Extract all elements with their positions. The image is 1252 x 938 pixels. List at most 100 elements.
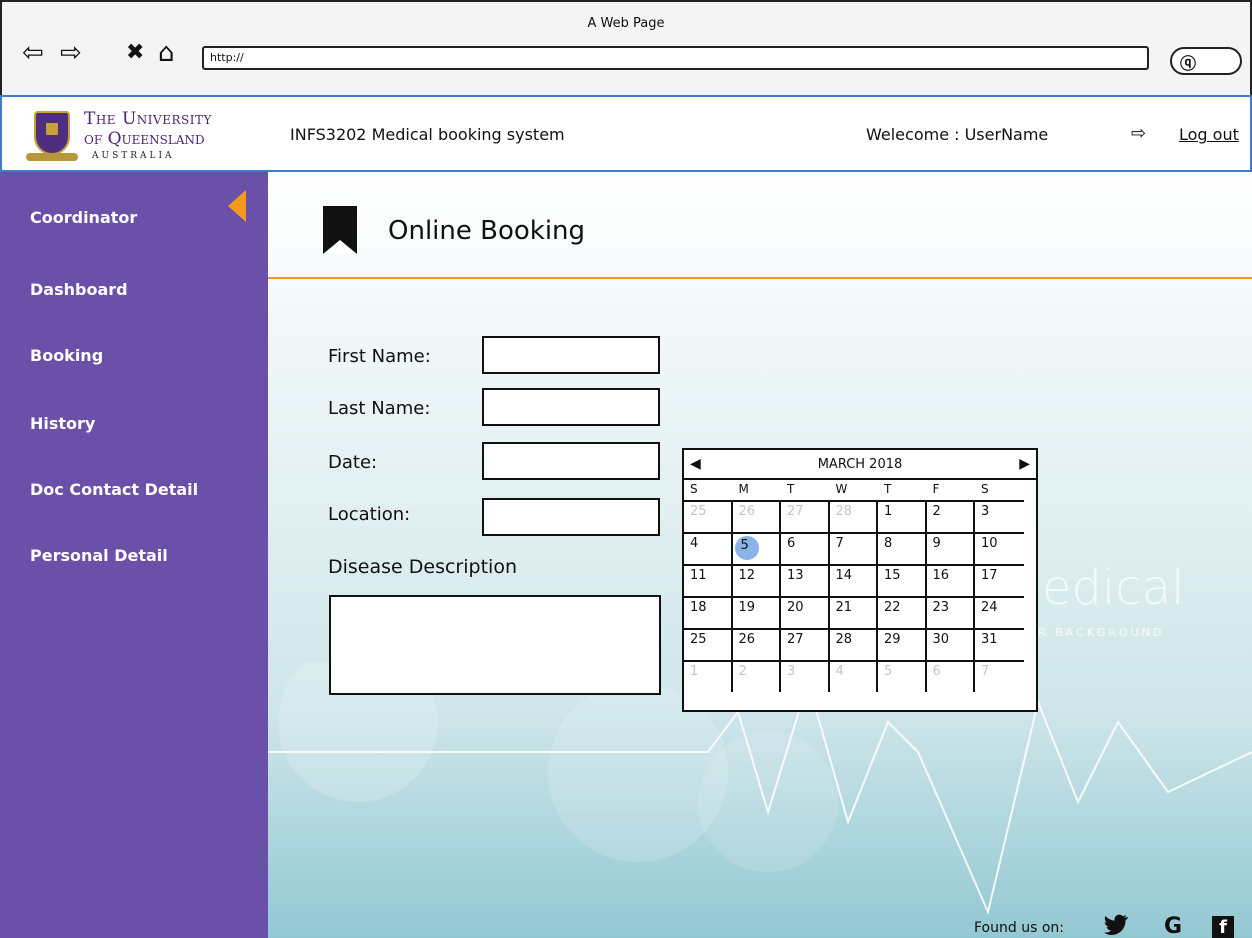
date-label: Date:	[328, 452, 378, 473]
calendar-day-label: 12	[738, 568, 756, 583]
calendar-day[interactable]: 26	[732, 628, 781, 660]
calendar-day[interactable]: 7	[975, 660, 1024, 692]
sidebar-item-coordinator[interactable]: Coordinator	[30, 208, 137, 227]
sidebar-item-history[interactable]: History	[30, 414, 95, 433]
calendar-day[interactable]: 25	[684, 628, 733, 660]
calendar-day-label: 2	[738, 664, 747, 679]
logout-link[interactable]: Log out	[1179, 125, 1239, 144]
calendar-day[interactable]: 27	[781, 628, 830, 660]
calendar-day[interactable]: 29	[878, 628, 927, 660]
date-input[interactable]	[482, 442, 660, 480]
calendar-day-label: 19	[738, 600, 756, 615]
calendar-day[interactable]: 6	[926, 660, 975, 692]
back-icon[interactable]: ⇦	[22, 38, 44, 68]
calendar-day-label: 6	[932, 664, 941, 679]
date-picker: ◀ MARCH 2018 ▶ S M T W T F S 25 26 27 28 1 2 3 4 5 6 7 8 9 1…	[682, 448, 1038, 712]
calendar-day[interactable]: 23	[926, 596, 975, 628]
calendar-day-label: 22	[884, 600, 901, 615]
found-us-label: Found us on:	[974, 920, 1064, 936]
calendar-day[interactable]: 25	[684, 500, 733, 532]
calendar-day[interactable]: 1	[878, 500, 927, 532]
calendar-day[interactable]: 26	[732, 500, 781, 532]
calendar-day[interactable]: 18	[684, 596, 733, 628]
crest-icon	[34, 111, 70, 155]
sidebar: Coordinator Dashboard Booking History Do…	[0, 172, 268, 938]
logo-line3: AUSTRALIA	[92, 151, 175, 161]
calendar-day-label: 28	[835, 504, 853, 519]
google-icon[interactable]: G	[1164, 914, 1182, 938]
next-month-icon[interactable]: ▶	[1019, 456, 1030, 472]
collapse-arrow-icon[interactable]	[228, 190, 246, 222]
calendar-day[interactable]: 28	[829, 500, 878, 532]
calendar-day[interactable]: 13	[781, 564, 830, 596]
calendar-week-row: 25 26 27 28 1 2 3	[684, 500, 1036, 532]
calendar-day-label: 1	[884, 504, 893, 519]
last-name-input[interactable]	[482, 388, 660, 426]
calendar-week-row: 4 5 6 7 8 9 10	[684, 532, 1036, 564]
calendar-day[interactable]: 24	[975, 596, 1024, 628]
calendar-day[interactable]: 7	[829, 532, 878, 564]
calendar-day[interactable]: 14	[829, 564, 878, 596]
calendar-day[interactable]: 5	[878, 660, 927, 692]
facebook-icon[interactable]: f	[1212, 916, 1234, 938]
calendar-day[interactable]: 2	[926, 500, 975, 532]
calendar-day-label: 5	[884, 664, 893, 679]
browser-search-button[interactable]: ⓠ	[1170, 47, 1242, 75]
window-title: A Web Page	[587, 16, 665, 31]
calendar-day[interactable]: 15	[878, 564, 927, 596]
calendar-day-label: 25	[690, 632, 707, 647]
app-header: The University of Queensland AUSTRALIA I…	[0, 95, 1252, 172]
calendar-day[interactable]: 31	[975, 628, 1024, 660]
university-logo[interactable]: The University of Queensland AUSTRALIA	[22, 103, 262, 167]
calendar-day-label: 8	[884, 536, 893, 551]
calendar-weekday: T	[787, 482, 795, 496]
calendar-day[interactable]: 20	[781, 596, 830, 628]
first-name-input[interactable]	[482, 336, 660, 374]
calendar-day[interactable]: 8	[878, 532, 927, 564]
calendar-day[interactable]: 28	[829, 628, 878, 660]
welcome-text: Welecome : UserName	[866, 125, 1049, 144]
calendar-day[interactable]: 1	[684, 660, 733, 692]
sidebar-item-dashboard[interactable]: Dashboard	[30, 280, 128, 299]
calendar-day-label: 15	[884, 568, 901, 583]
calendar-day[interactable]: 4	[829, 660, 878, 692]
calendar-day[interactable]: 11	[684, 564, 733, 596]
calendar-day-label: 30	[932, 632, 950, 647]
calendar-day[interactable]: 19	[732, 596, 781, 628]
forward-icon[interactable]: ⇨	[60, 38, 82, 68]
page-title: Online Booking	[388, 216, 586, 246]
calendar-day-selected[interactable]: 5	[732, 532, 781, 564]
calendar-weekday: F	[932, 482, 940, 496]
sidebar-item-booking[interactable]: Booking	[30, 346, 103, 365]
calendar-day[interactable]: 6	[781, 532, 830, 564]
calendar-day[interactable]: 4	[684, 532, 733, 564]
url-bar[interactable]: http://	[202, 46, 1149, 70]
location-input[interactable]	[482, 498, 660, 536]
calendar-day[interactable]: 3	[781, 660, 830, 692]
calendar-weekday: S	[690, 482, 698, 496]
calendar-day[interactable]: 3	[975, 500, 1024, 532]
stop-icon[interactable]: ✖	[126, 38, 144, 68]
calendar-day[interactable]: 17	[975, 564, 1024, 596]
logout-icon[interactable]: ⇨	[1131, 123, 1146, 144]
calendar-day[interactable]: 27	[781, 500, 830, 532]
twitter-icon[interactable]	[1104, 914, 1128, 938]
calendar-day[interactable]: 2	[732, 660, 781, 692]
calendar-day-label: 21	[835, 600, 853, 615]
calendar-day[interactable]: 16	[926, 564, 975, 596]
logo-line1: The University	[84, 109, 212, 129]
calendar-day-label: 29	[884, 632, 901, 647]
disease-description-input[interactable]	[329, 595, 661, 695]
calendar-day[interactable]: 21	[829, 596, 878, 628]
first-name-label: First Name:	[328, 346, 431, 367]
calendar-day[interactable]: 10	[975, 532, 1024, 564]
browser-chrome: A Web Page ⇦ ⇨ ✖ ⌂ http:// ⓠ	[0, 0, 1252, 95]
calendar-day-label: 20	[787, 600, 804, 615]
sidebar-item-personal-detail[interactable]: Personal Detail	[30, 546, 168, 565]
calendar-day[interactable]: 30	[926, 628, 975, 660]
calendar-day[interactable]: 22	[878, 596, 927, 628]
sidebar-item-doc-contact-detail[interactable]: Doc Contact Detail	[30, 480, 198, 499]
home-icon[interactable]: ⌂	[158, 38, 175, 68]
calendar-day[interactable]: 9	[926, 532, 975, 564]
calendar-day[interactable]: 12	[732, 564, 781, 596]
